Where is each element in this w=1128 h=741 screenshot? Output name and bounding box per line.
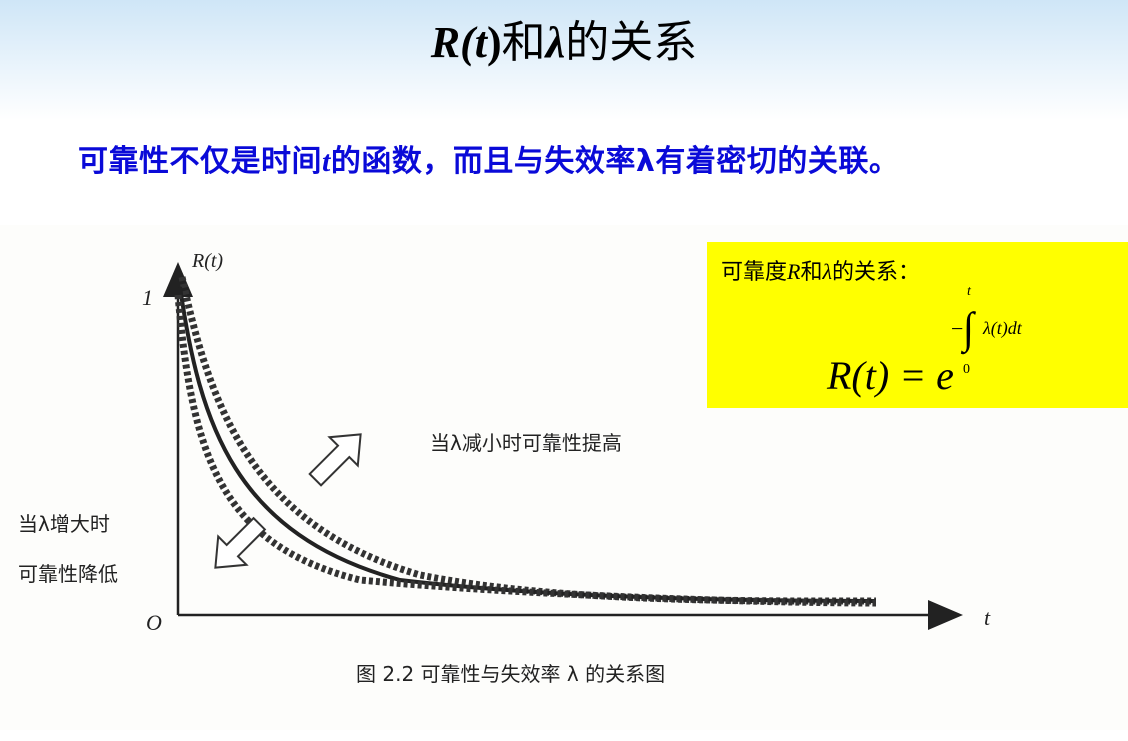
subtitle-before: 可靠性不仅是时间 [78,144,322,179]
title-r: R( [430,18,475,67]
subtitle-var: t [322,145,331,178]
inward-arrow-icon [214,516,267,569]
figure-caption: 图 2.2 可靠性与失效率 λ 的关系图 [356,662,665,686]
reliability-formula: R(t) = e − ∫ t 0 λ(t)dt [827,284,1117,404]
formula-lower-limit: 0 [963,362,970,377]
formula-upper-limit: t [967,284,971,299]
annotation-increase-line1: 当λ增大时 [18,512,110,536]
y-tick-label: 1 [142,285,153,310]
title-t: t [474,18,488,67]
x-axis-label: t [984,605,991,630]
formula-label-var: R [787,259,801,284]
formula-label-after: 的关系： [832,260,921,285]
annotation-decrease: 当λ减小时可靠性提高 [430,431,622,455]
formula-label-before: 可靠度 [721,260,788,285]
integral-sign-icon: ∫ [963,302,974,353]
formula-label-lambda: λ [822,259,833,284]
outward-arrow-icon [308,433,362,487]
annotation-increase-line2: 可靠性降低 [18,562,118,586]
subtitle-after: 的函数，而且与失效率λ有着密切的关联。 [330,144,900,179]
formula-label: 可靠度R和λ的关系： [721,254,920,286]
origin-label: O [146,610,162,635]
title-rest: 的关系 [565,17,698,68]
formula-minus: − [951,316,964,341]
title-he: 和 [501,17,546,68]
formula-label-mid: 和 [800,260,823,285]
title-lambda: λ [545,18,566,67]
slide-title: R(t)和λ的关系 [0,6,1128,70]
formula-lhs: R(t) = e [827,353,954,398]
slide-subtitle: 可靠性不仅是时间t的函数，而且与失效率λ有着密切的关联。 [78,136,899,180]
formula-integrand: λ(t)dt [983,318,1022,338]
y-axis-label: R(t) [191,250,223,272]
formula-box: 可靠度R和λ的关系： R(t) = e − ∫ t 0 λ(t)dt [707,242,1128,408]
title-paren: ) [487,18,502,67]
